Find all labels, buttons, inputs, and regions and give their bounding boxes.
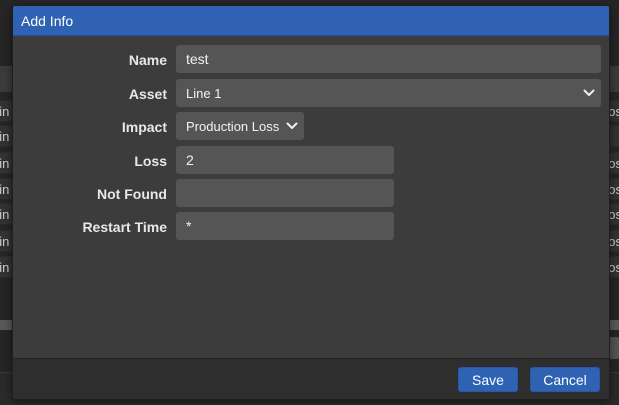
restart-time-label: Restart Time (82, 219, 167, 235)
name-input[interactable]: test (176, 45, 601, 73)
impact-select[interactable]: Production Loss (176, 112, 304, 140)
loss-value: 2 (186, 152, 194, 168)
background-cell: Lin (0, 182, 10, 197)
save-button[interactable]: Save (458, 367, 518, 392)
asset-label: Asset (128, 86, 167, 102)
name-label: Name (128, 52, 167, 68)
dialog-header: Add Info (13, 6, 609, 36)
background-cell: Lin (0, 207, 10, 222)
asset-selected-value: Line 1 (186, 85, 222, 101)
asset-select[interactable]: Line 1 (176, 79, 601, 107)
background-cell: Lin (0, 129, 10, 144)
dialog-body: Name test Asset Line 1 Impact Production… (13, 36, 609, 360)
dialog-footer: Save Cancel (13, 358, 609, 399)
restart-time-value: * (186, 218, 192, 234)
restart-time-input[interactable]: * (176, 212, 394, 240)
background-cell: Lin (0, 104, 10, 119)
add-info-dialog: Add Info Name test Asset Line 1 Impact P… (12, 5, 610, 400)
background-cell: Lin (0, 260, 10, 275)
loss-label: Loss (134, 153, 167, 169)
not-found-input[interactable] (176, 179, 394, 207)
dialog-title: Add Info (21, 12, 74, 29)
name-value: test (186, 51, 209, 67)
not-found-label: Not Found (97, 186, 167, 202)
chevron-down-icon (286, 122, 298, 129)
cancel-button[interactable]: Cancel (530, 367, 600, 392)
background-cell: Lin (0, 156, 10, 171)
background-cell: Lin (0, 234, 10, 249)
chevron-down-icon (583, 89, 595, 96)
impact-selected-value: Production Loss (186, 118, 280, 134)
loss-input[interactable]: 2 (176, 146, 394, 174)
impact-label: Impact (121, 119, 167, 135)
